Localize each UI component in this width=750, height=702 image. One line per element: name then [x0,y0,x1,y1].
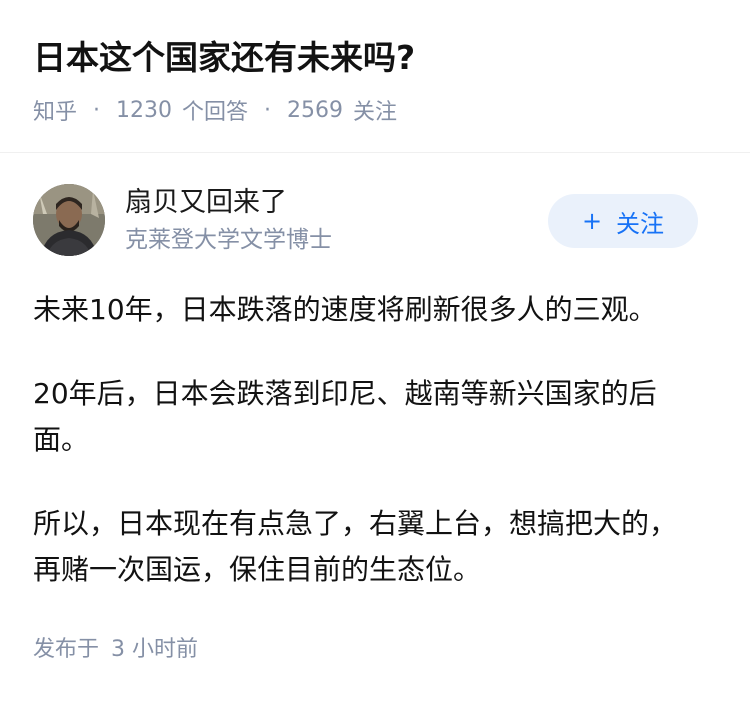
avatar[interactable] [33,184,105,256]
avatar-image [33,184,105,256]
author-row: 扇贝又回来了 克莱登大学文学博士 + 关注 [33,184,703,260]
question-header: 日本这个国家还有未来吗? 知乎 · 1230 个回答 · 2569 关注 [0,0,750,153]
source-label[interactable]: 知乎 [33,94,77,126]
answer-paragraph: 所以，日本现在有点急了，右翼上台，想搞把大的，再赌一次国运，保住目前的生态位。 [33,507,678,586]
answer-paragraph: 未来10年，日本跌落的速度将刷新很多人的三观。 [33,293,657,326]
follow-button-label: 关注 [616,209,665,238]
answer-count-label: 个回答 [182,100,249,125]
time-prefix: 发布于 [33,637,100,662]
answer-count: 1230 [116,97,173,123]
answer-paragraph: 20年后，日本会跌落到印尼、越南等新兴国家的后面。 [33,377,657,456]
meta-separator: · [93,97,101,123]
follow-count: 2569 [287,97,344,123]
question-title[interactable]: 日本这个国家还有未来吗? [33,34,415,82]
meta-separator: · [264,97,272,123]
author-name[interactable]: 扇贝又回来了 [125,184,287,222]
time-value: 3 小时前 [111,637,199,662]
answer-time: 发布于 3 小时前 [33,632,198,668]
follow-count-label: 关注 [353,100,398,125]
author-bio: 克莱登大学文学博士 [125,227,332,253]
question-meta: 知乎 · 1230 个回答 · 2569 关注 [33,92,397,128]
plus-icon: + [581,207,603,235]
answer-body: 未来10年，日本跌落的速度将刷新很多人的三观。 20年后，日本会跌落到印尼、越南… [33,287,703,631]
follow-button[interactable]: + 关注 [548,194,698,248]
